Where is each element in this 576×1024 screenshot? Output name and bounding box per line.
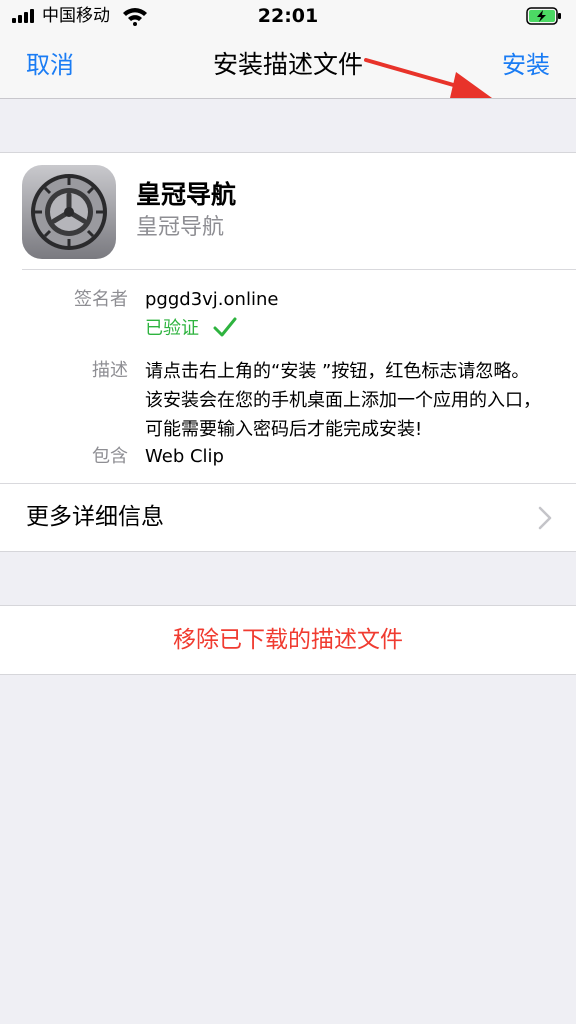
description-line: 该安装会在您的手机桌面上添加一个应用的入口， [145, 390, 541, 411]
status-bar: 中国移动 22:01 [0, 0, 576, 34]
battery-charging-icon [526, 7, 561, 25]
navigation-bar: 取消 安装描述文件 安装 [0, 34, 576, 99]
verified-status: 已验证 [145, 318, 199, 339]
more-details-row[interactable]: 更多详细信息 [0, 484, 576, 551]
profile-name: 皇冠导航 [136, 180, 237, 209]
settings-gear-icon [22, 165, 116, 259]
profile-subtitle: 皇冠导航 [136, 215, 225, 240]
status-time: 22:01 [257, 5, 319, 27]
red-arrow-annotation [364, 58, 492, 98]
description-text: 请点击右上角的“安装 ”按钮，红色标志请忽略。 该安装会在您的手机桌面上添加一个… [145, 357, 565, 444]
description-line: 可能需要输入密码后才能完成安装! [145, 419, 423, 440]
install-button[interactable]: 安装 [502, 50, 550, 80]
profile-card: 皇冠导航 皇冠导航 签名者 pggd3vj.online 已验证 描述 请点击右… [0, 152, 576, 552]
remove-profile-label: 移除已下载的描述文件 [173, 627, 403, 653]
more-details-label: 更多详细信息 [26, 504, 164, 530]
description-line: 请点击右上角的“安装 ”按钮，红色标志请忽略。 [145, 361, 530, 382]
description-label: 描述 [92, 360, 128, 381]
signer-label: 签名者 [74, 289, 128, 310]
contains-label: 包含 [92, 446, 128, 467]
chevron-right-icon [538, 506, 552, 530]
contains-value: Web Clip [145, 446, 224, 467]
divider [22, 269, 576, 270]
remove-profile-button[interactable]: 移除已下载的描述文件 [0, 605, 576, 675]
signer-value: pggd3vj.online [145, 289, 279, 310]
checkmark-icon [213, 317, 237, 337]
